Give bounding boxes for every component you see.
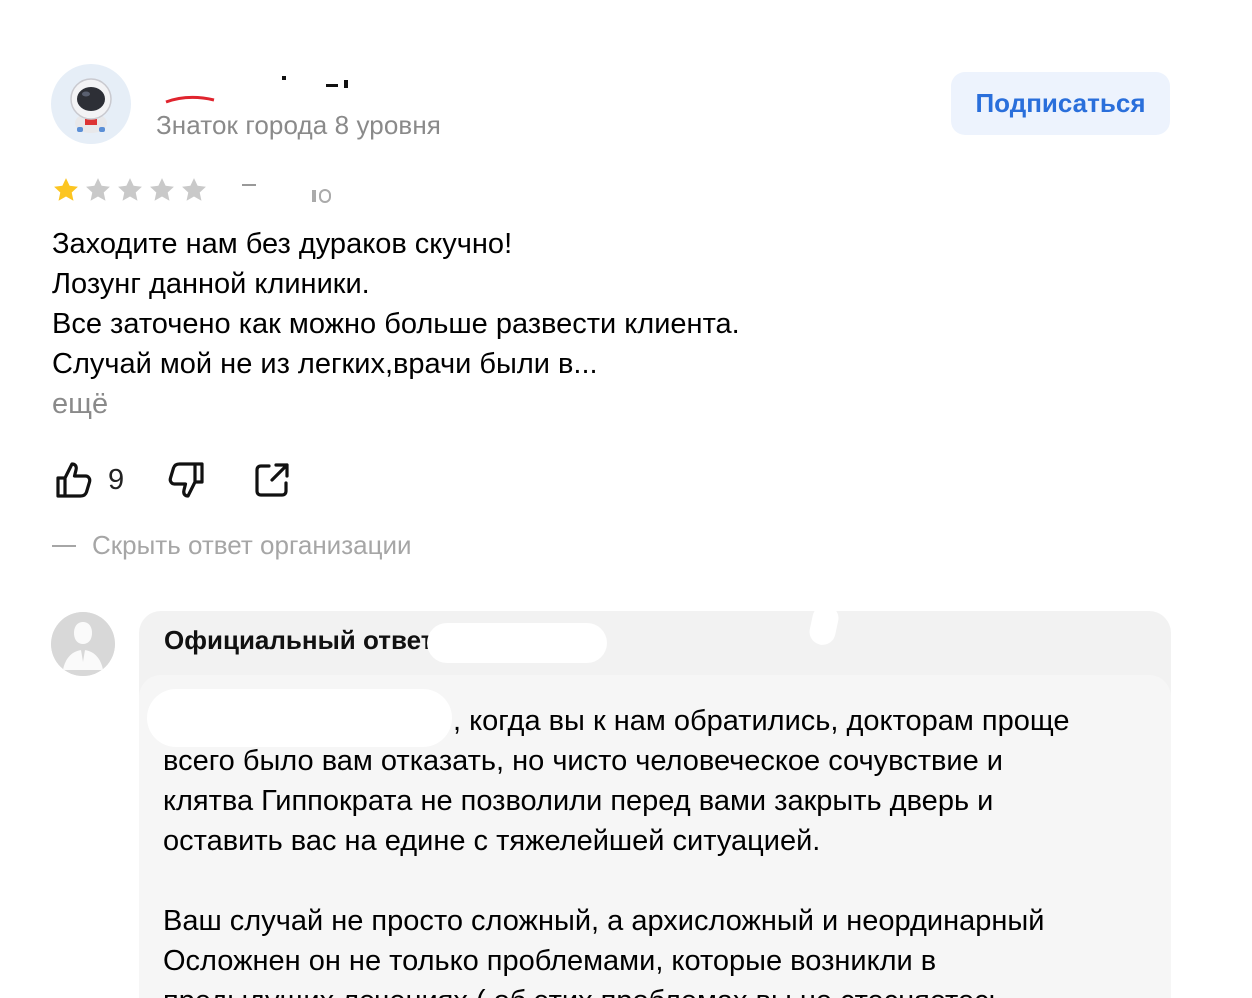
answer-org-name-redacted [427, 623, 607, 663]
star-empty-icon [118, 178, 142, 201]
dislike-button[interactable] [164, 458, 208, 502]
thumbs-down-icon [168, 462, 204, 498]
review-line: Все заточено как можно больше развести к… [52, 308, 740, 340]
answer-line: оставить вас на едине с тяжелейшей ситуа… [163, 825, 821, 857]
review-line: Случай мой не из легких,врачи были в... [52, 348, 598, 380]
share-icon [255, 463, 289, 497]
answer-line: клятва Гиппократа не позволили перед вам… [163, 785, 994, 817]
answer-line: Ваш случай не просто сложный, а архислож… [163, 905, 1045, 937]
answer-paragraph: , когда вы к нам обратились, докторам пр… [163, 701, 1153, 861]
star-empty-icon [150, 178, 174, 201]
answer-paragraph: Ваш случай не просто сложный, а архислож… [163, 901, 1153, 998]
answer-line: всего было вам отказать, но чисто челове… [163, 745, 1004, 777]
answer-header: Официальный ответ [164, 625, 434, 655]
organization-answer-card: Официальный ответ , когда вы к нам обрат… [139, 611, 1171, 998]
subscribe-button[interactable]: Подписаться [951, 72, 1170, 135]
rating-stars [52, 176, 208, 204]
review-line: Лозунг данной клиники. [52, 268, 370, 300]
star-empty-icon [86, 178, 110, 201]
review-page: Знаток города 8 уровня Подписаться Заход… [0, 0, 1252, 998]
dash-icon [52, 544, 76, 547]
review-text: Заходите нам без дураков скучно! Лозунг … [52, 224, 952, 384]
hide-answer-toggle[interactable]: Скрыть ответ организации [52, 530, 412, 561]
like-count: 9 [108, 463, 125, 496]
author-level: Знаток города 8 уровня [156, 110, 441, 140]
star-empty-icon [182, 178, 206, 201]
author-name-redacted [158, 70, 378, 106]
review-line: Заходите нам без дураков скучно! [52, 228, 513, 260]
review-date-redacted [232, 176, 352, 208]
like-button[interactable]: 9 [52, 458, 124, 502]
more-link[interactable]: ещё [52, 384, 108, 424]
answer-body: , когда вы к нам обратились, докторам пр… [139, 675, 1171, 998]
answer-line: предыдущих лечениях ( об этих проблемах … [163, 981, 1153, 998]
astronaut-icon [70, 78, 112, 133]
share-button[interactable] [252, 460, 292, 500]
review-actions: 9 [52, 458, 292, 502]
hide-answer-label: Скрыть ответ организации [92, 530, 412, 560]
answer-line: Осложнен он не только проблемами, которы… [163, 945, 937, 977]
star-filled-icon [54, 178, 78, 201]
answer-text: , когда вы к нам обратились, докторам пр… [163, 701, 1153, 998]
author-avatar[interactable] [51, 64, 131, 144]
answer-line: , когда вы к нам обратились, докторам пр… [453, 705, 1070, 737]
thumbs-up-icon [56, 462, 92, 498]
person-silhouette-icon [51, 612, 115, 676]
organization-avatar[interactable] [51, 612, 115, 676]
answer-redaction-mark [807, 611, 841, 648]
